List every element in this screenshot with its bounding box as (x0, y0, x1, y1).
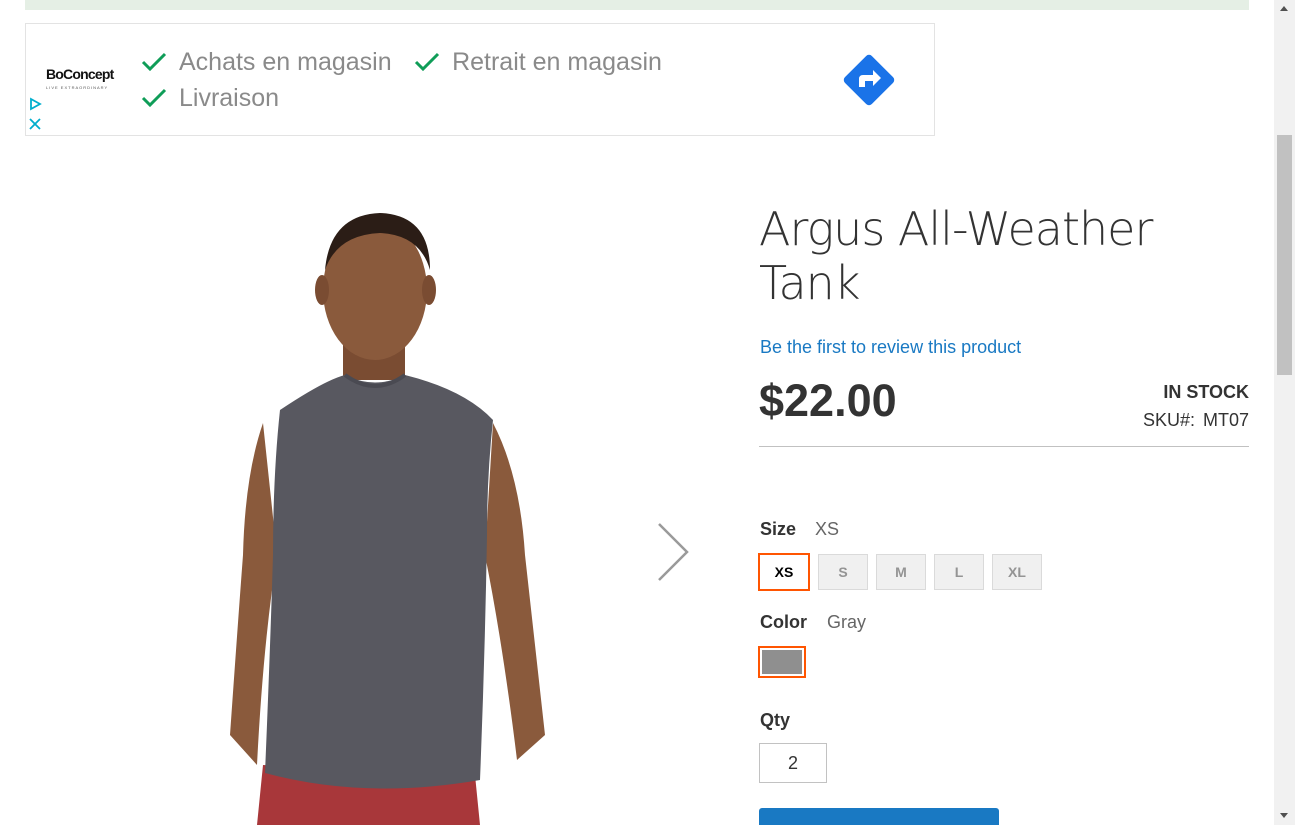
close-icon[interactable] (28, 117, 42, 131)
product-title: Argus All-Weather Tank (759, 202, 1153, 310)
scroll-up-arrow-icon[interactable] (1280, 6, 1288, 11)
scroll-down-arrow-icon[interactable] (1280, 813, 1288, 818)
size-option-s[interactable]: S (818, 554, 868, 590)
color-swatch-fill (762, 650, 802, 674)
product-price: $22.00 (759, 375, 897, 426)
size-option-xl[interactable]: XL (992, 554, 1042, 590)
ad-feature-label: Livraison (179, 83, 280, 112)
ad-brand-name: BoConcept (46, 66, 114, 82)
size-option-m[interactable]: M (876, 554, 926, 590)
size-label: Size (760, 519, 797, 539)
page-scrollbar[interactable] (1274, 0, 1295, 825)
product-sku: SKU#: MT07 (1143, 410, 1249, 431)
size-options: XS S M L XL (758, 553, 1050, 591)
ad-feature-item: Achats en magasin (141, 44, 392, 80)
size-option-xs[interactable]: XS (758, 553, 810, 591)
ad-feature-label: Retrait en magasin (452, 47, 662, 76)
stock-status: IN STOCK (1163, 382, 1249, 402)
product-image[interactable] (25, 175, 725, 825)
next-image-arrow[interactable] (655, 520, 691, 584)
review-link[interactable]: Be the first to review this product (760, 337, 1021, 358)
check-icon (141, 88, 167, 108)
color-selected-value: Gray (827, 612, 867, 632)
scroll-thumb[interactable] (1277, 135, 1292, 375)
ad-feature-item: Livraison (141, 80, 279, 116)
divider (759, 446, 1249, 447)
color-label: Color (760, 612, 807, 632)
ad-banner[interactable]: BoConcept LIVE EXTRAORDINARY Achats en m… (25, 23, 935, 136)
size-selected-value: XS (815, 519, 840, 539)
qty-label: Qty (760, 710, 791, 730)
add-to-cart-button[interactable] (759, 808, 999, 825)
check-icon (141, 52, 167, 72)
ad-feature-item: Retrait en magasin (414, 44, 662, 80)
message-bar (25, 0, 1249, 10)
adchoices-icon[interactable] (28, 97, 42, 111)
qty-input[interactable] (759, 743, 827, 783)
ad-feature-label: Achats en magasin (179, 47, 392, 76)
directions-icon[interactable] (838, 49, 900, 111)
product-gallery[interactable] (25, 175, 725, 825)
sku-value: MT07 (1202, 410, 1249, 430)
color-swatch-gray[interactable] (758, 646, 806, 678)
ad-features: Achats en magasin Retrait en magasin Liv… (141, 44, 741, 116)
check-icon (415, 52, 440, 72)
sku-label: SKU#: (1142, 410, 1195, 430)
size-option-l[interactable]: L (934, 554, 984, 590)
ad-brand-tagline: LIVE EXTRAORDINARY (46, 85, 109, 90)
ad-brand-logo[interactable]: BoConcept LIVE EXTRAORDINARY (46, 66, 126, 90)
